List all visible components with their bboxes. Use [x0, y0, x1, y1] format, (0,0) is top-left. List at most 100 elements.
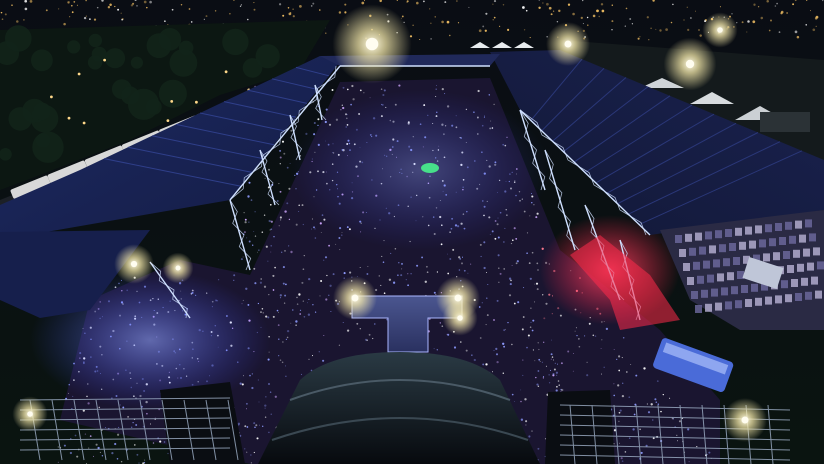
spectator — [751, 283, 758, 292]
crowd-light — [496, 299, 499, 302]
city-light — [794, 30, 798, 34]
crowd-light — [425, 265, 428, 268]
city-light — [731, 13, 733, 15]
city-light — [214, 10, 217, 12]
city-light — [776, 2, 778, 5]
crowd-light — [525, 420, 528, 423]
crowd-light — [363, 92, 365, 94]
crowd-light — [329, 284, 332, 287]
crowd-light — [76, 455, 79, 458]
city-light — [655, 28, 657, 30]
city-light — [344, 3, 347, 6]
crowd-light — [268, 293, 270, 296]
crowd-light — [267, 358, 270, 361]
crowd-light — [359, 328, 361, 330]
crowd-light — [278, 338, 280, 340]
city-light — [136, 5, 138, 7]
crowd-light — [618, 355, 621, 358]
crowd-light — [278, 183, 280, 185]
crowd-light — [270, 220, 273, 223]
crowd-light — [485, 271, 488, 274]
city-light — [107, 5, 111, 9]
city-light — [130, 4, 134, 7]
city-light — [529, 37, 531, 39]
city-light — [625, 7, 628, 10]
city-light — [229, 13, 231, 15]
city-light — [525, 9, 528, 12]
city-light — [121, 19, 123, 21]
city-light — [247, 18, 249, 21]
crowd-light — [323, 259, 325, 261]
floodlight — [27, 411, 33, 417]
spectator — [755, 297, 762, 306]
crowd-light — [261, 308, 264, 310]
city-light — [587, 24, 589, 26]
city-light — [815, 15, 819, 19]
crowd-light — [136, 453, 139, 456]
tree — [67, 40, 81, 54]
crowd-light — [68, 392, 70, 394]
crowd-light — [281, 140, 285, 143]
crowd-light — [98, 406, 101, 409]
crowd-light — [495, 353, 499, 356]
crowd-light — [545, 302, 548, 305]
city-light — [556, 20, 559, 23]
crowd-light — [383, 292, 386, 295]
crowd-light — [522, 316, 525, 318]
crowd-light — [346, 88, 349, 91]
crowd-light — [346, 329, 350, 332]
city-light — [492, 19, 494, 21]
spectator — [749, 240, 756, 249]
city-light — [446, 20, 450, 24]
crowd-light — [525, 424, 527, 426]
blue-crowd-glow-2 — [290, 90, 550, 250]
crowd-light — [279, 216, 282, 219]
crowd-light — [392, 281, 396, 284]
city-light — [687, 28, 690, 32]
city-light — [117, 8, 120, 11]
crowd-light — [281, 361, 284, 364]
city-light — [434, 16, 436, 18]
crowd-light — [459, 258, 461, 260]
crowd-light — [57, 461, 59, 463]
crowd-light — [277, 324, 280, 326]
tree — [222, 28, 249, 56]
crowd-light — [447, 333, 450, 336]
crowd-light — [366, 273, 369, 275]
spectator — [775, 295, 782, 304]
crowd-light — [269, 229, 271, 231]
spectator — [795, 220, 802, 229]
city-light — [205, 15, 208, 18]
crowd-light — [421, 256, 424, 259]
crowd-light — [286, 202, 289, 205]
crowd-light — [295, 324, 297, 326]
crowd-light — [458, 269, 461, 271]
crowd-light — [578, 338, 580, 340]
parked-cars-right — [760, 112, 810, 132]
spectator — [739, 241, 746, 250]
crowd-light — [264, 177, 266, 179]
floodlight — [717, 27, 723, 33]
crowd-light — [460, 341, 462, 343]
crowd-light — [383, 89, 386, 92]
crowd-light — [245, 402, 248, 405]
crowd-light — [537, 342, 539, 344]
crowd-light — [486, 314, 489, 317]
city-light — [468, 6, 470, 8]
spectator — [697, 275, 704, 284]
street-lamp — [67, 116, 71, 120]
spectator — [683, 263, 690, 271]
floodlight — [130, 260, 138, 268]
crowd-light — [259, 281, 262, 284]
spectator — [685, 233, 692, 242]
city-light — [542, 2, 544, 4]
crowd-light — [552, 359, 554, 361]
crowd-light — [292, 309, 294, 311]
crowd-light — [380, 284, 382, 286]
crowd-light — [678, 420, 682, 423]
crowd-light — [613, 383, 615, 385]
spectator — [745, 299, 752, 307]
crowd-light — [302, 300, 304, 302]
crowd-light — [588, 322, 591, 325]
crowd-light — [535, 376, 537, 379]
